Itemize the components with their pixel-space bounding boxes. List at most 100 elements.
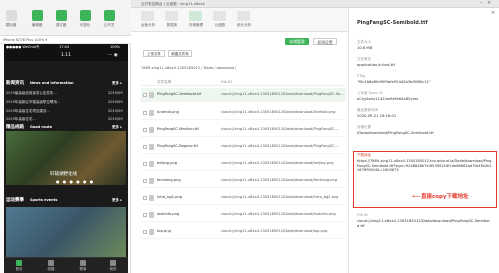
table-row[interactable]: top.png cloud://xing11-x8xx4-1305185012/D… — [141, 225, 346, 239]
file-name[interactable]: PingFangSC-Regular.ttf — [157, 144, 198, 148]
close-icon[interactable]: × — [487, 0, 491, 6]
size-label: 文件大小 — [357, 40, 371, 44]
file-name[interactable]: fenxiang.png — [157, 178, 181, 182]
etag-label: ETag — [357, 74, 366, 78]
file-name[interactable]: intro_bg2.png — [157, 195, 182, 199]
row-checkbox[interactable] — [143, 111, 147, 115]
news-more-link[interactable]: 更多 ▸ — [112, 81, 122, 86]
events-more-link[interactable]: 更多 ▸ — [112, 198, 122, 203]
minimize-icon[interactable]: – — [480, 0, 483, 6]
table-row[interactable]: Android.png cloud://xing11-x8xx4-13051850… — [141, 106, 346, 120]
tab-route[interactable]: 线路 — [42, 260, 60, 272]
news-title-en: News and information — [30, 80, 74, 85]
file-name[interactable]: beijing.png — [157, 161, 177, 165]
route-more-link[interactable]: 更多 ▸ — [112, 125, 122, 130]
file-icon — [149, 212, 154, 218]
tab-home[interactable]: 首页 — [10, 260, 28, 272]
time-label: 最后更新时间 — [357, 108, 378, 112]
file-name[interactable]: PingFangSC-Medium.ttf — [157, 127, 199, 131]
table-row[interactable]: PingFangSC-Medium.ttf cloud://xing11-x8xx… — [141, 123, 346, 137]
file-name[interactable]: top.png — [157, 229, 171, 233]
upload-button[interactable]: 上传文件 — [143, 50, 165, 57]
statistics-icon[interactable] — [237, 11, 250, 21]
row-checkbox[interactable] — [143, 230, 147, 234]
toolbar-label: 数据库 — [166, 23, 178, 27]
toolbar-label: 运营分析 — [141, 23, 155, 27]
route-icon — [48, 260, 54, 266]
tab-storage[interactable]: 存储管理 — [285, 38, 309, 45]
news-item[interactable]: 2019届高级信用宣讲公告发布... 2019/09 — [4, 89, 128, 97]
row-checkbox[interactable] — [143, 145, 147, 149]
row-checkbox[interactable] — [143, 179, 147, 183]
tab-mine[interactable]: 我的 — [104, 260, 122, 272]
news-title-cn: 新闻资讯 — [6, 81, 24, 86]
table-row[interactable]: fenxiang.png cloud://xing11-x8xx4-1305185… — [141, 174, 346, 188]
device-label: iPhone 6/7/8 Plus 100% ▾ — [3, 38, 48, 42]
phone-status-bar: ●●●●● WeChat令 17:04 100% — [4, 44, 128, 51]
fileid-value[interactable]: cloud://xing11-x8xx4-1305185012/Dada/dow… — [357, 219, 493, 228]
news-item[interactable]: 2019年高级住宅... 2019/09 — [4, 115, 128, 123]
file-name[interactable]: Android.png — [157, 110, 179, 114]
row-checkbox[interactable] — [143, 196, 147, 200]
table-row[interactable]: lookinfo.png cloud://xing11-x8xx4-1305185… — [141, 208, 346, 222]
file-icon — [149, 195, 154, 201]
owner-value: oCIyjAxkx11424w0z9k6Ax62ymx — [357, 97, 419, 101]
route-section-header: 精品线路 Good route 更多 ▸ — [4, 123, 128, 131]
news-item[interactable]: 2019年高级住宅项目建设... 2019/09 — [4, 107, 128, 115]
file-icon — [149, 110, 154, 116]
file-id: cloud://xing11-x8xx4-1305185012/Dada/dow… — [221, 92, 344, 96]
editor-icon[interactable] — [32, 10, 43, 21]
tab-label: 首页 — [15, 267, 23, 271]
console-title: 云开发控制台 | 云函数 · xing11-x8xx4 — [141, 1, 205, 6]
phone-tab-bar: 首页 线路 赛事 我的 — [4, 257, 128, 273]
row-checkbox[interactable] — [143, 93, 147, 97]
download-url-value[interactable]: https://7869-xing11-x8xx4-1305185012.tcb… — [357, 159, 493, 173]
row-checkbox[interactable] — [143, 128, 147, 132]
carousel-dots[interactable]: ● ● ● ● ● ● — [56, 179, 94, 184]
status-battery: 100% — [110, 45, 121, 49]
row-checkbox[interactable] — [143, 162, 147, 166]
file-icon — [149, 92, 154, 98]
download-url-label: 下载地址 — [357, 153, 371, 157]
visual-icon[interactable] — [80, 10, 91, 21]
news-date: 2019/09 — [108, 91, 123, 95]
device-selector[interactable]: iPhone 6/7/8 Plus 100% ▾ — [0, 36, 131, 44]
column-name-header[interactable]: 文件名称 — [157, 80, 171, 85]
news-date: 2019/09 — [108, 109, 123, 113]
tab-events[interactable]: 赛事 — [74, 260, 92, 272]
news-text: 2019届高级信用宣讲公告发布... — [6, 91, 57, 95]
file-id: cloud://xing11-x8xx4-1305185012/Dada/dow… — [221, 110, 336, 114]
events-banner-image[interactable] — [6, 207, 126, 257]
status-carrier: ●●●●● WeChat令 — [6, 45, 40, 49]
storage-icon[interactable] — [189, 11, 202, 21]
database-icon[interactable] — [165, 11, 178, 21]
table-row[interactable]: PingFangSC-Semibold.ttf cloud://xing11-x8… — [141, 88, 346, 102]
debugger-icon[interactable] — [56, 10, 67, 21]
toolbar-label-cloud: 云开发 — [103, 23, 115, 27]
file-id: cloud://xing11-x8xx4-1305185012/Dada/dow… — [221, 127, 340, 131]
route-banner-image[interactable]: 轩辕湖野化线 ● ● ● ● ● ● — [6, 131, 126, 185]
news-text: 2019年高新区市管高级职位聘用... — [6, 100, 61, 104]
table-row[interactable]: beijing.png cloud://xing11-x8xx4-13051850… — [141, 157, 346, 171]
row-checkbox[interactable] — [143, 213, 147, 217]
tab-permissions[interactable]: 权限设置 — [313, 38, 337, 45]
news-item[interactable]: 2019年高新区市管高级职位聘用... 2019/09 — [4, 98, 128, 106]
type-label: 文件格式 — [357, 57, 371, 61]
close-detail-icon[interactable]: × — [491, 10, 495, 16]
table-row[interactable]: intro_bg2.png cloud://xing11-x8xx4-130518… — [141, 191, 346, 205]
column-id-header[interactable]: File ID — [221, 80, 232, 84]
news-date: 2019/09 — [108, 117, 123, 121]
simulator-icon[interactable] — [6, 10, 17, 21]
path-value: /Dada/download/PingFangSC-Semibold.ttf — [357, 131, 434, 135]
more-icon[interactable]: ··· ◉ — [108, 53, 118, 58]
analytics-icon[interactable] — [141, 11, 154, 21]
file-name[interactable]: lookinfo.png — [157, 212, 179, 216]
file-id: cloud://xing11-x8xx4-1305185012/Dada/dow… — [221, 229, 328, 233]
cloud-dev-icon[interactable] — [104, 10, 115, 21]
new-folder-button[interactable]: 新建文件夹 — [168, 50, 192, 57]
console-toolbar: 运营分析 数据库 存储管理 云函数 统计分析 — [131, 8, 348, 32]
status-time: 17:04 — [59, 45, 70, 49]
table-row[interactable]: PingFangSC-Regular.ttf cloud://xing11-x8x… — [141, 140, 346, 154]
file-name[interactable]: PingFangSC-Semibold.ttf — [157, 92, 201, 96]
function-icon[interactable] — [213, 11, 226, 21]
